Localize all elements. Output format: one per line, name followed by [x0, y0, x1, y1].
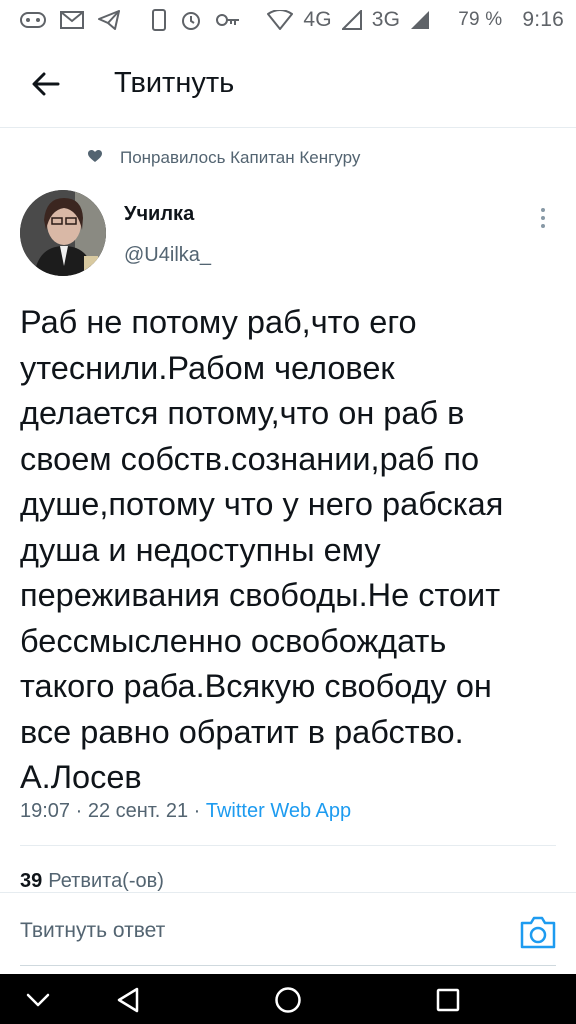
retweet-label: Ретвита(-ов) [48, 870, 164, 892]
arrow-left-icon [32, 72, 60, 95]
tweet-meta: 19:07 · 22 сент. 21 · Twitter Web App [20, 800, 351, 823]
network-3g-label: 3G [371, 8, 401, 31]
reply-input[interactable]: Твитнуть ответ [20, 919, 165, 943]
signal-icon [410, 9, 430, 31]
system-navigation-bar [0, 974, 576, 1024]
alarm-icon [180, 9, 202, 31]
gamepad-icon [20, 9, 46, 31]
nav-hide-keyboard-button[interactable] [22, 984, 54, 1016]
status-system-icons: 4G 3G 79 % 9:16 [267, 8, 564, 32]
clock: 9:16 [522, 8, 564, 31]
social-context-text: Понравилось Капитан Кенгуру [120, 148, 361, 167]
page-title: Твитнуть [114, 67, 235, 99]
wifi-icon [267, 9, 294, 31]
tweet-timestamp[interactable]: 19:07 · 22 сент. 21 · [20, 800, 206, 822]
chevron-down-icon [26, 993, 50, 1007]
retweet-count: 39 [20, 870, 43, 892]
divider [20, 845, 556, 846]
camera-button[interactable] [520, 915, 556, 949]
status-bar: 4G 3G 79 % 9:16 [0, 0, 576, 40]
heart-icon [88, 148, 102, 168]
phone-icon [152, 9, 166, 31]
nav-recents-button[interactable] [432, 984, 464, 1016]
camera-icon [520, 916, 556, 949]
network-4g-label: 4G [303, 8, 332, 31]
more-vertical-icon [541, 208, 545, 228]
circle-home-icon [275, 987, 301, 1013]
key-icon [216, 9, 240, 31]
tweet-text: Раб не потому раб,что его утеснили.Рабом… [20, 304, 504, 795]
signal-icon [341, 9, 362, 31]
reply-underline [20, 965, 556, 966]
nav-home-button[interactable] [272, 984, 304, 1016]
author-name[interactable]: Училка [124, 203, 194, 226]
square-recents-icon [436, 988, 460, 1012]
mail-icon [60, 9, 84, 31]
reply-composer: Твитнуть ответ [0, 892, 576, 974]
social-context[interactable]: Понравилось Капитан Кенгуру [88, 148, 360, 168]
more-options-button[interactable] [530, 200, 556, 236]
top-app-bar: Твитнуть [0, 40, 576, 128]
tweet-source-link[interactable]: Twitter Web App [206, 800, 351, 822]
triangle-back-icon [117, 987, 139, 1013]
telegram-icon [98, 9, 120, 31]
battery-level: 79 % [458, 9, 503, 30]
avatar[interactable] [20, 190, 106, 276]
status-notification-icons [20, 9, 240, 31]
back-button[interactable] [16, 54, 76, 114]
author-handle[interactable]: @U4ilka_ [124, 244, 211, 267]
retweet-stats[interactable]: 39 Ретвита(-ов) [20, 870, 164, 893]
nav-back-button[interactable] [112, 984, 144, 1016]
